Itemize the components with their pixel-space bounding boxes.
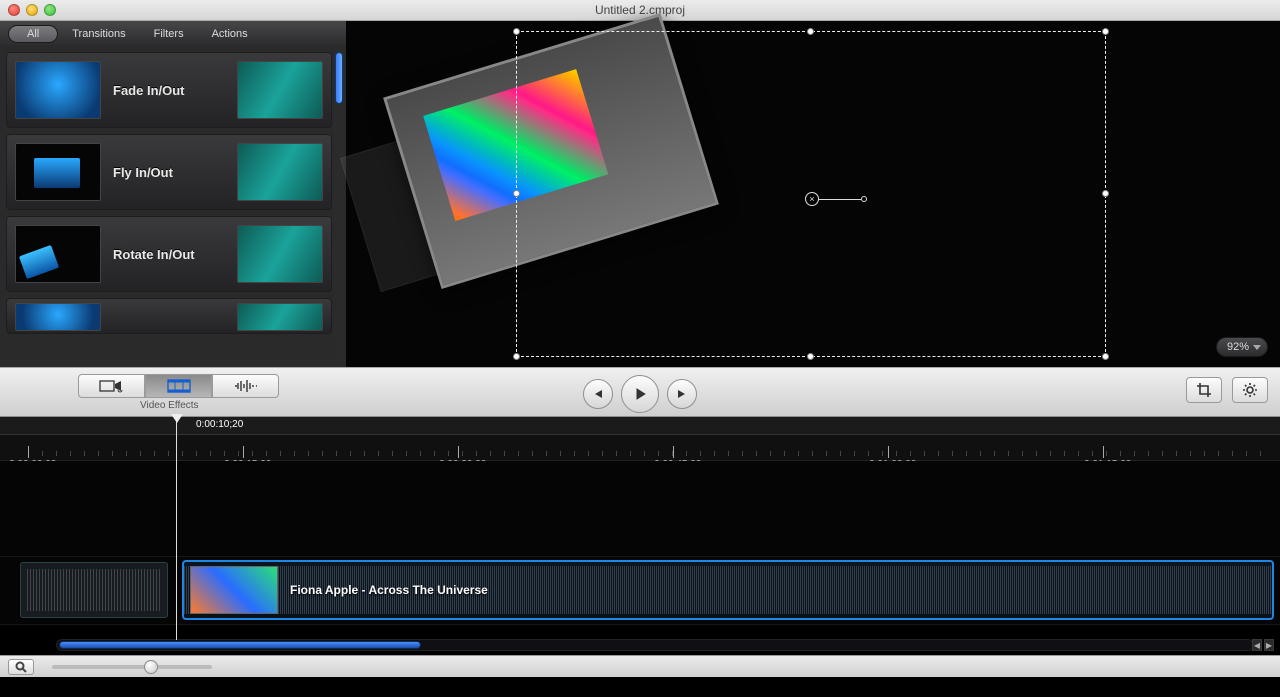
mode-label: Video Effects: [140, 400, 199, 411]
zoom-slider-knob[interactable]: [144, 660, 158, 674]
timeline-header[interactable]: 0:00:10;20: [0, 417, 1280, 435]
resize-handle-ml[interactable]: [513, 190, 520, 197]
resize-handle-br[interactable]: [1102, 353, 1109, 360]
tab-filters[interactable]: Filters: [140, 25, 198, 43]
filmstrip-icon: [166, 378, 192, 394]
resize-handle-tl[interactable]: [513, 28, 520, 35]
clip-thumbnail: [190, 566, 278, 614]
timeline-scrollbar[interactable]: [56, 639, 1254, 651]
camera-media-icon: [99, 378, 125, 394]
play-button[interactable]: [621, 375, 659, 413]
effect-label: Rotate In/Out: [113, 247, 225, 262]
tracks-area: Fiona Apple - Across The Universe: [0, 461, 1280, 637]
effect-thumb-before: [15, 143, 101, 201]
rotation-handle[interactable]: ×: [805, 192, 867, 206]
resize-handle-bm[interactable]: [807, 353, 814, 360]
canvas-selection-box[interactable]: ×: [516, 31, 1106, 357]
effect-thumb-before: [15, 225, 101, 283]
effect-fly-in-out[interactable]: Fly In/Out: [6, 134, 332, 210]
resize-handle-tm[interactable]: [807, 28, 814, 35]
effect-rotate-in-out[interactable]: Rotate In/Out: [6, 216, 332, 292]
window-title-bar: Untitled 2.cmproj: [0, 0, 1280, 21]
tab-actions[interactable]: Actions: [198, 25, 262, 43]
rewind-icon: [592, 388, 604, 400]
tab-all[interactable]: All: [8, 25, 58, 43]
settings-button[interactable]: [1232, 377, 1268, 403]
rotation-anchor-icon: ×: [805, 192, 819, 206]
crop-icon: [1196, 382, 1212, 398]
audio-clip[interactable]: Fiona Apple - Across The Universe: [182, 560, 1274, 620]
mode-segmented-control: [78, 374, 279, 398]
clip-title: Fiona Apple - Across The Universe: [290, 583, 488, 597]
effects-list: Fade In/Out Fly In/Out Rotate In/Out Sli…: [6, 46, 332, 367]
resize-handle-tr[interactable]: [1102, 28, 1109, 35]
bottom-bar: [0, 655, 1280, 677]
toolbar-right: [1186, 377, 1268, 403]
audio-track[interactable]: Fiona Apple - Across The Universe: [0, 557, 1280, 625]
playhead[interactable]: [176, 415, 177, 640]
video-track[interactable]: [0, 461, 1280, 557]
timeline-scrollbar-thumb[interactable]: [59, 641, 421, 649]
timeline: 0:00:10;20 0:00:00;000:00:15;000:00:30;0…: [0, 417, 1280, 677]
effect-thumb-before: [15, 303, 101, 331]
effects-scrollbar-thumb[interactable]: [335, 52, 343, 104]
magnifier-icon: [15, 661, 27, 673]
waveform-icon: [233, 378, 259, 394]
tab-transitions[interactable]: Transitions: [58, 25, 139, 43]
mode-video-effects-button[interactable]: [145, 374, 212, 398]
effect-thumb-after: [237, 61, 323, 119]
canvas-zoom-dropdown[interactable]: 92%: [1216, 337, 1268, 357]
window-title: Untitled 2.cmproj: [0, 3, 1280, 17]
play-icon: [633, 387, 647, 401]
mode-audio-effects-button[interactable]: [212, 374, 279, 398]
gear-icon: [1242, 382, 1258, 398]
effect-thumb-after: [237, 225, 323, 283]
effect-label: Fly In/Out: [113, 165, 225, 180]
effects-panel: All Transitions Filters Actions Fade In/…: [0, 21, 346, 367]
preview-canvas[interactable]: × 92%: [346, 21, 1280, 367]
scroll-right-button[interactable]: ▶: [1264, 639, 1274, 651]
current-timecode: 0:00:10;20: [196, 419, 243, 430]
forward-icon: [676, 388, 688, 400]
resize-handle-bl[interactable]: [513, 353, 520, 360]
timeline-ruler[interactable]: 0:00:00;000:00:15;000:00:30;000:00:45;00…: [0, 435, 1280, 461]
resize-handle-mr[interactable]: [1102, 190, 1109, 197]
mode-media-button[interactable]: [78, 374, 145, 398]
scroll-left-button[interactable]: ◀: [1252, 639, 1262, 651]
rewind-button[interactable]: [583, 379, 613, 409]
forward-button[interactable]: [667, 379, 697, 409]
audio-clip-ghost: [20, 562, 168, 618]
effect-thumb-before: [15, 61, 101, 119]
effect-slide-in-out[interactable]: Slide In/Out: [6, 298, 332, 334]
crop-button[interactable]: [1186, 377, 1222, 403]
main-toolbar: Video Effects: [0, 367, 1280, 417]
transport-controls: [583, 375, 697, 413]
timeline-zoom-slider[interactable]: [52, 665, 212, 669]
effects-category-tabs: All Transitions Filters Actions: [0, 21, 346, 46]
effect-label: Fade In/Out: [113, 83, 225, 98]
timeline-zoom-out-button[interactable]: [8, 659, 34, 675]
effects-scrollbar[interactable]: [334, 50, 344, 363]
effect-fade-in-out[interactable]: Fade In/Out: [6, 52, 332, 128]
effect-thumb-after: [237, 143, 323, 201]
effect-thumb-after: [237, 303, 323, 331]
